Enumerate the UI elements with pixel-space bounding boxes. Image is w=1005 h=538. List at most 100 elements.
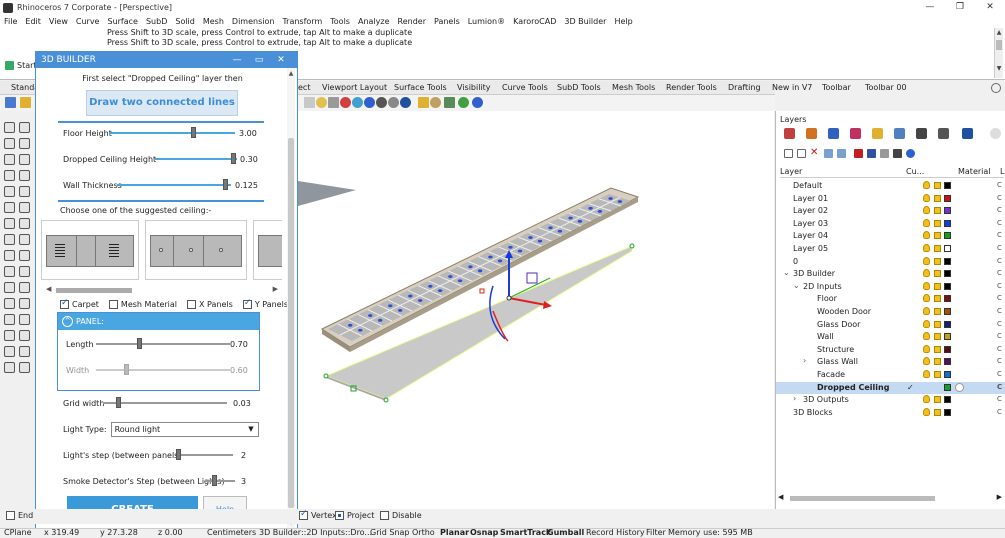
surface-tool-icon[interactable] — [4, 218, 15, 229]
lock-icon[interactable] — [934, 282, 941, 290]
close-button[interactable]: ✕ — [975, 0, 1005, 15]
tab-curve-tools[interactable]: Curve Tools — [502, 81, 548, 95]
gear-set-icon[interactable] — [430, 97, 441, 108]
scroll-thumb[interactable] — [56, 288, 132, 293]
block-tool-icon[interactable] — [19, 298, 30, 309]
layer-row[interactable]: › 3D Outputs C — [776, 394, 1005, 406]
layer-row[interactable]: 0C — [776, 256, 1005, 268]
layer-row[interactable]: Layer 04 C — [776, 230, 1005, 242]
pdf-tab-icon[interactable] — [962, 128, 973, 139]
layer-row[interactable]: Dropped Ceiling ✓ C — [776, 381, 1005, 394]
box-tool-icon[interactable] — [4, 234, 15, 245]
menu-item-transform[interactable]: Transform — [282, 15, 322, 28]
ceiling-option-round-lights[interactable] — [145, 220, 247, 280]
slider-track[interactable] — [177, 454, 233, 456]
render-icon[interactable] — [352, 97, 363, 108]
raytrace-icon[interactable] — [400, 97, 411, 108]
point-tool-icon[interactable] — [4, 138, 15, 149]
move-left-icon[interactable] — [854, 149, 863, 158]
visibility-bulb-icon[interactable] — [923, 407, 930, 416]
mesh-tool-icon[interactable] — [19, 250, 30, 261]
osnap-project[interactable]: Project — [335, 511, 374, 520]
slider-thumb[interactable] — [116, 397, 121, 408]
rectangle-tool-icon[interactable] — [4, 186, 15, 197]
layer-row[interactable]: Wall C — [776, 331, 1005, 343]
floor-height-slider[interactable]: Floor Height 3.00 — [63, 126, 273, 140]
layers-hscrollbar[interactable]: ◀ ▶ — [778, 493, 1002, 503]
layer-color-swatch[interactable] — [944, 270, 951, 278]
tab-subd-tools[interactable]: SubD Tools — [557, 81, 601, 95]
scroll-left-icon[interactable]: ◀ — [46, 285, 51, 293]
col-current[interactable]: Cu... — [906, 167, 924, 176]
checkbox-box[interactable] — [187, 299, 197, 309]
layer-color-swatch[interactable] — [944, 308, 951, 315]
layer-row[interactable]: Wooden Door C — [776, 306, 1005, 318]
display-tab-icon[interactable] — [916, 128, 927, 139]
curve-tool-icon[interactable] — [19, 138, 30, 149]
grid-tool-icon[interactable] — [19, 346, 30, 357]
text-tool-icon[interactable] — [19, 282, 30, 293]
lock-icon[interactable] — [934, 308, 941, 315]
checkbox-box[interactable] — [335, 511, 344, 520]
gumball-plane-handle[interactable] — [526, 272, 538, 284]
status-planar[interactable]: Planar — [440, 529, 469, 537]
visibility-bulb-icon[interactable] — [923, 370, 930, 378]
visibility-bulb-icon[interactable] — [923, 244, 930, 252]
new-sublayer-icon[interactable] — [797, 149, 806, 158]
dropped-ceiling-height-slider[interactable]: Dropped Ceiling Height 0.30 — [63, 152, 273, 166]
materials-tab-icon[interactable] — [850, 128, 861, 139]
status-gumball[interactable]: Gumball — [547, 529, 584, 537]
control-point[interactable] — [383, 397, 389, 403]
panel-width-slider[interactable]: Width 0.60 — [66, 363, 256, 377]
visibility-bulb-icon[interactable] — [923, 319, 930, 328]
slider-track[interactable] — [103, 402, 227, 404]
slider-thumb[interactable] — [231, 153, 236, 164]
menu-item-lumion-[interactable]: Lumion® — [468, 15, 505, 28]
menu-item-view[interactable]: View — [49, 15, 68, 28]
menu-item-analyze[interactable]: Analyze — [358, 15, 390, 28]
more-tab-icon[interactable] — [990, 128, 1001, 139]
control-point[interactable] — [629, 243, 635, 249]
panel-section-header[interactable]: ^ PANEL: — [58, 313, 259, 330]
select-icon[interactable] — [304, 97, 315, 108]
slider-thumb[interactable] — [176, 449, 181, 460]
layer-color-swatch[interactable] — [944, 257, 951, 265]
perspective-viewport[interactable] — [298, 111, 774, 509]
arc-tool-icon[interactable] — [19, 154, 30, 165]
tab-mesh-tools[interactable]: Mesh Tools — [612, 81, 655, 95]
restore-button[interactable]: ❐ — [945, 0, 975, 15]
slider-track[interactable] — [205, 480, 235, 482]
lock-icon[interactable] — [934, 371, 941, 378]
tab-visibility[interactable]: Visibility — [457, 81, 491, 95]
layer-color-swatch[interactable] — [944, 358, 951, 366]
light-tool-icon[interactable] — [19, 314, 30, 325]
lock-icon[interactable] — [934, 194, 941, 202]
menu-item-mesh[interactable]: Mesh — [203, 15, 224, 28]
layer-color-swatch[interactable] — [944, 345, 951, 353]
visibility-bulb-icon[interactable] — [923, 231, 930, 240]
col-extra[interactable]: L — [1000, 167, 1004, 176]
scroll-right-icon[interactable]: ▶ — [997, 493, 1002, 501]
copy-icon[interactable] — [880, 149, 889, 158]
tab-toolbar-00[interactable]: Toolbar 00 — [865, 81, 907, 95]
visibility-bulb-icon[interactable] — [923, 269, 930, 278]
tools-icon[interactable] — [893, 149, 902, 158]
slider-thumb[interactable] — [124, 364, 129, 375]
layer-row[interactable]: Floor C — [776, 293, 1005, 305]
current-layer-check[interactable]: ✓ — [907, 383, 914, 392]
panel-length-slider[interactable]: Length 0.70 — [66, 337, 256, 351]
layer-row[interactable]: ⌄ 2D Inputs C — [776, 281, 1005, 293]
boolean-tool-icon[interactable] — [4, 250, 15, 261]
layer-row[interactable]: Layer 05 C — [776, 243, 1005, 255]
layer-row[interactable]: Glass Door C — [776, 319, 1005, 331]
builder-scrollbar[interactable]: ▲ ▼ — [287, 68, 295, 528]
lock-icon[interactable] — [934, 333, 941, 341]
tab-render-tools[interactable]: Render Tools — [666, 81, 717, 95]
lock-icon[interactable] — [934, 345, 941, 353]
visibility-bulb-icon[interactable] — [923, 344, 930, 353]
checkbox-box[interactable] — [242, 298, 252, 309]
layer-row[interactable]: Layer 01 C — [776, 193, 1005, 205]
menu-item-help[interactable]: Help — [614, 15, 632, 28]
layer-color-swatch[interactable] — [944, 295, 951, 303]
lock-icon[interactable] — [934, 320, 941, 328]
